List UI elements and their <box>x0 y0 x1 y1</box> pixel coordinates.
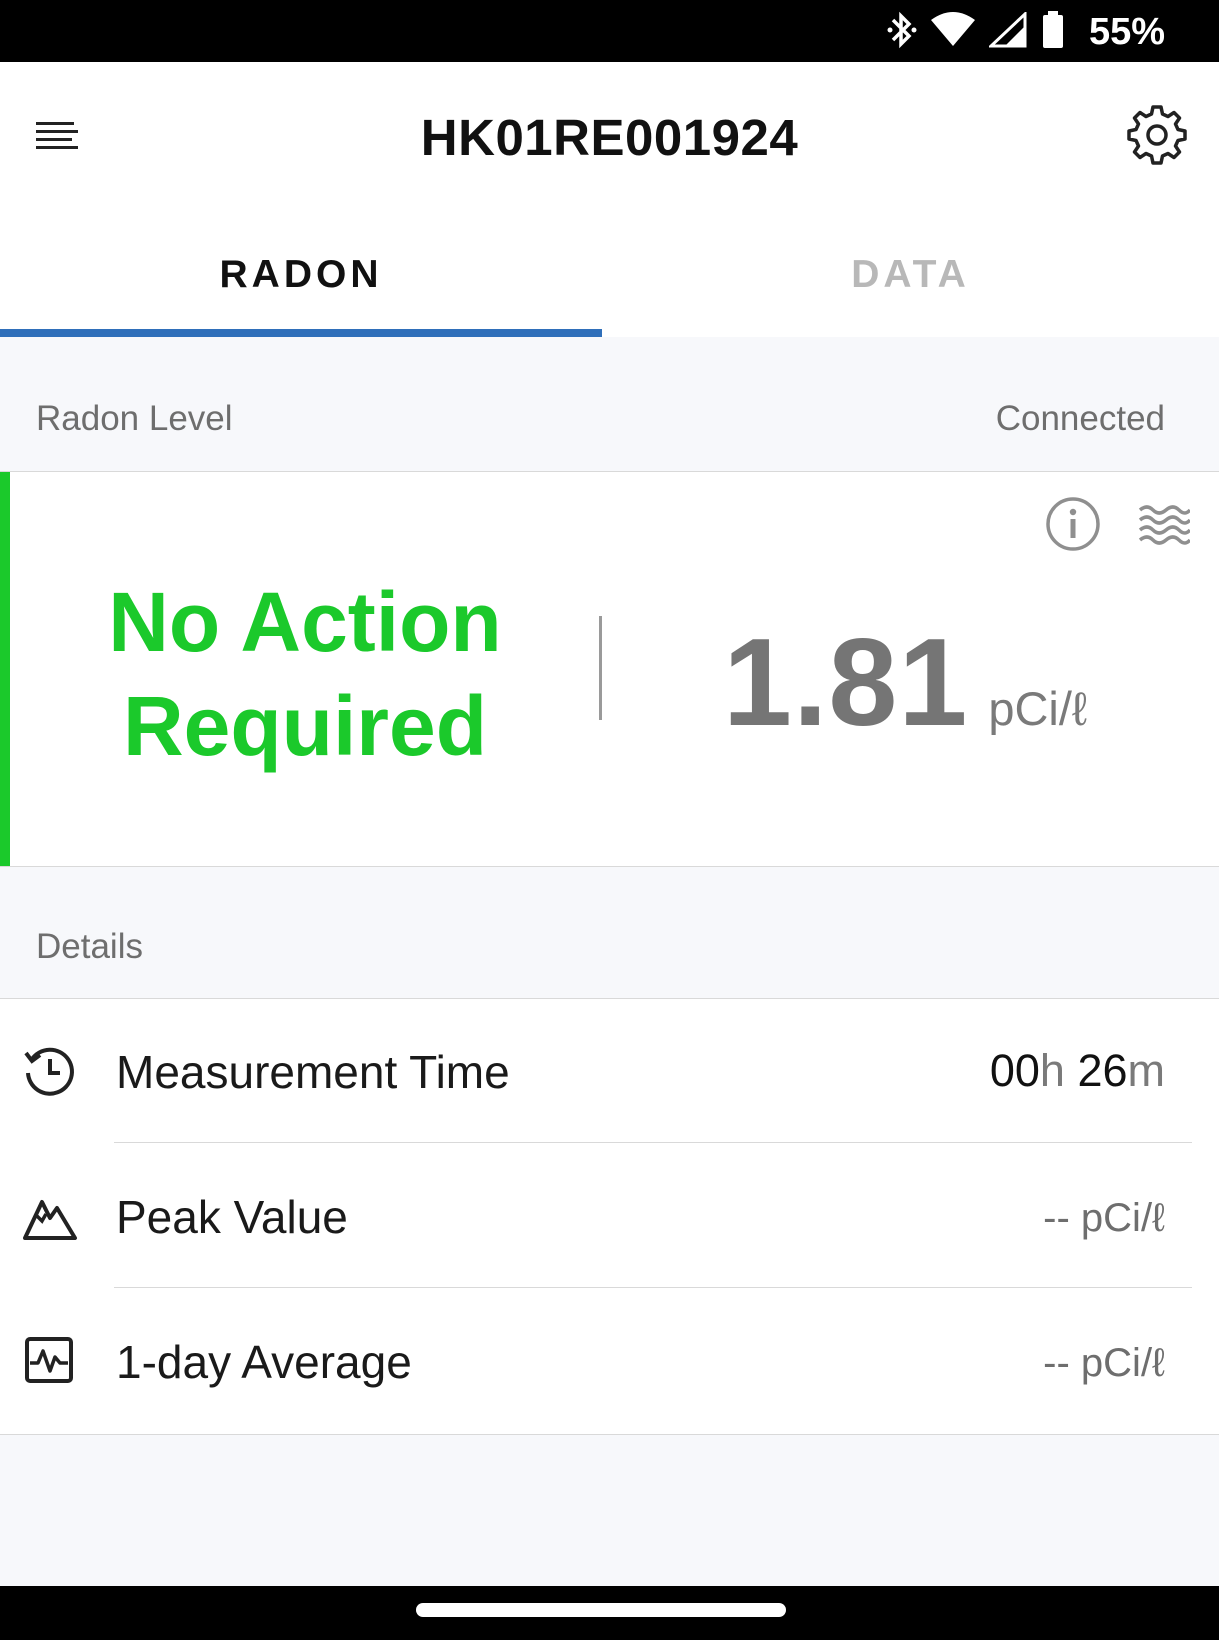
cell-signal-icon <box>987 10 1027 53</box>
connection-status: Connected <box>995 399 1165 438</box>
app-bar: HK01RE001924 <box>0 62 1219 212</box>
mountain-peak-icon <box>22 1188 78 1244</box>
radon-unit: pCi/ℓ <box>988 682 1088 735</box>
home-gesture-pill[interactable] <box>416 1603 786 1617</box>
page-title: HK01RE001924 <box>420 109 799 166</box>
status-line-2: Required <box>122 679 488 773</box>
one-day-average-label: 1-day Average <box>116 1336 412 1388</box>
radon-value: 1.81 <box>723 614 969 752</box>
system-navigation-bar <box>0 1586 1219 1640</box>
minutes-unit: m <box>1127 1045 1166 1096</box>
peak-value-label: Peak Value <box>116 1191 348 1243</box>
status-bar: 55% <box>0 0 1219 62</box>
measurement-time-row: Measurement Time 00h 26m <box>0 999 1219 1143</box>
settings-button[interactable] <box>1125 102 1189 166</box>
measurement-time-value: 00h 26m <box>990 1045 1165 1097</box>
info-button[interactable] <box>1045 496 1101 552</box>
tab-data[interactable]: DATA <box>602 212 1219 337</box>
radon-level-header: Radon Level Connected <box>0 337 1219 472</box>
chart-box-icon <box>22 1333 78 1389</box>
wifi-icon <box>930 11 975 53</box>
row-divider <box>114 1142 1192 1143</box>
measurement-time-label: Measurement Time <box>116 1046 510 1098</box>
info-icon <box>1046 497 1100 551</box>
radon-level-card: No Action Required 1.81 pCi/ℓ <box>0 472 1219 867</box>
history-clock-icon <box>22 1043 78 1099</box>
tab-bar: RADON DATA <box>0 212 1219 337</box>
vertical-divider <box>599 616 602 720</box>
waves-icon <box>1138 505 1192 545</box>
minutes-value: 26 <box>1077 1045 1128 1096</box>
hours-unit: h <box>1039 1045 1065 1096</box>
details-title: Details <box>36 927 143 966</box>
radon-level-title: Radon Level <box>36 399 233 438</box>
active-tab-indicator <box>0 329 602 337</box>
peak-value-value: -- pCi/ℓ <box>1043 1196 1165 1240</box>
tab-radon[interactable]: RADON <box>0 212 602 337</box>
peak-value-row: Peak Value -- pCi/ℓ <box>0 1144 1219 1288</box>
hours-value: 00 <box>989 1045 1040 1096</box>
details-list: Measurement Time 00h 26m Peak Value -- p… <box>0 999 1219 1435</box>
battery-icon <box>1041 10 1065 55</box>
one-day-average-value: -- pCi/ℓ <box>1043 1341 1165 1385</box>
radon-reading: 1.81 pCi/ℓ <box>723 612 1087 754</box>
gear-icon <box>1127 105 1187 165</box>
details-header: Details <box>0 867 1219 999</box>
battery-percent: 55% <box>1088 10 1165 53</box>
bluetooth-icon <box>887 10 917 55</box>
status-line-1: No Action <box>108 575 502 669</box>
one-day-average-row: 1-day Average -- pCi/ℓ <box>0 1289 1219 1433</box>
row-divider <box>114 1287 1192 1288</box>
radon-status-text: No Action Required <box>70 570 540 778</box>
waves-button[interactable] <box>1138 500 1192 546</box>
status-accent-bar <box>0 472 10 866</box>
